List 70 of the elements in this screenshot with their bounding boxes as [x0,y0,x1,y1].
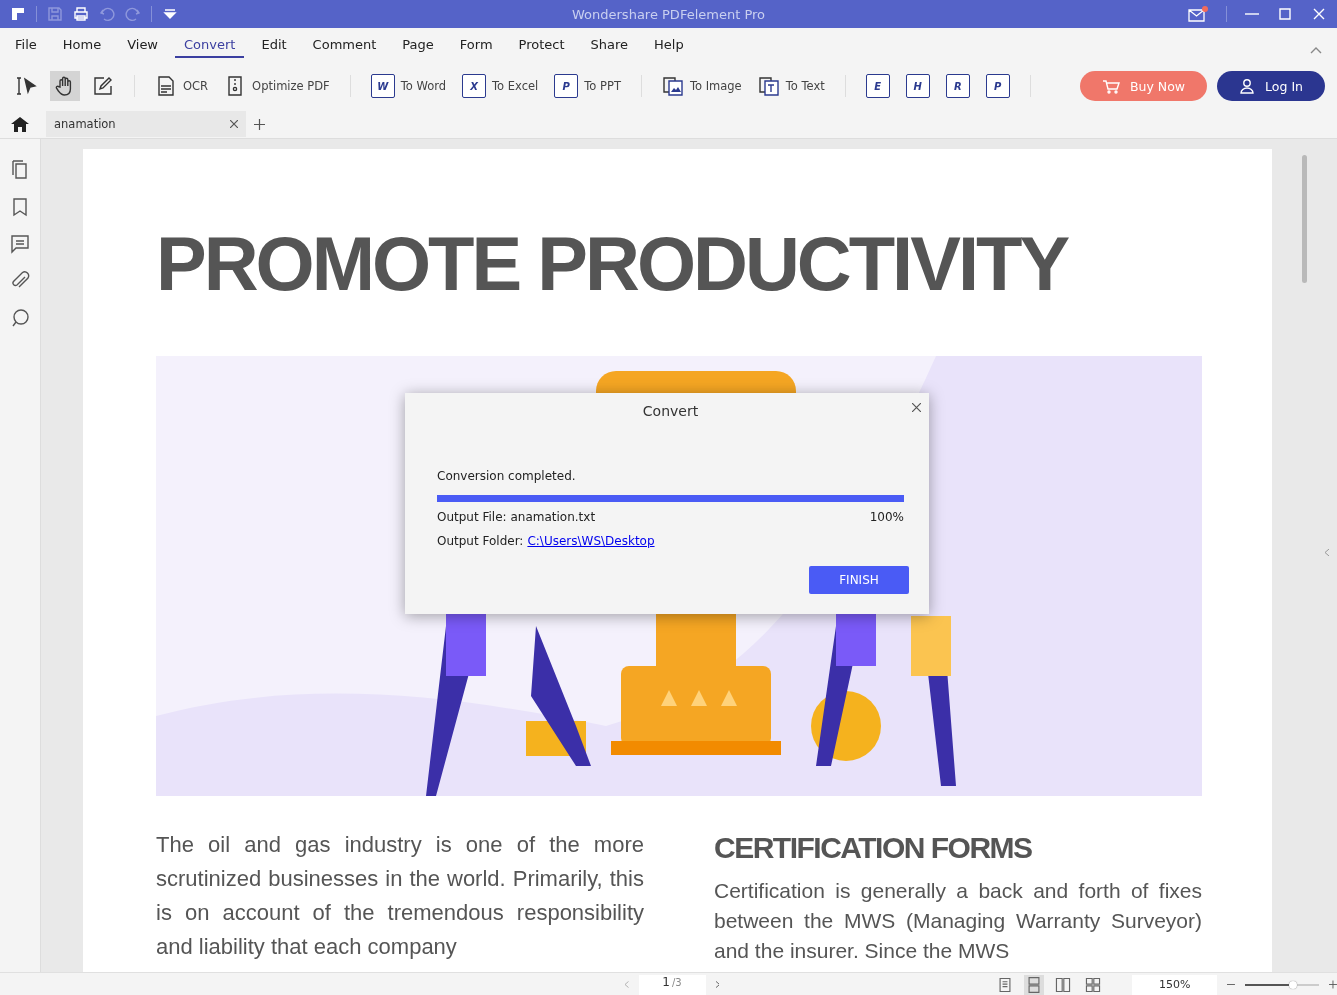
print-icon [73,6,89,22]
menu-item[interactable]: View [118,32,167,58]
comment-icon [9,233,31,255]
zoom-in-icon[interactable] [1329,980,1337,989]
file-format-icon: X [462,74,487,98]
convert-button[interactable]: X To Excel [458,72,543,100]
status-message: Conversion completed. [437,469,577,483]
select-arrow-icon [16,75,38,97]
body-paragraph: Certification is generally a back and forth of fixes between the MWS (Managing Warranty Surveyor) and the insurer. Since the MWS [714,878,1202,964]
grid-page-icon [1083,975,1102,994]
redo-icon [125,6,141,22]
menu-item[interactable]: Help [645,32,693,58]
save-icon [47,6,63,22]
window-title: Wondershare PDFelement Pro [572,6,765,22]
menu-item[interactable]: Page [393,32,443,58]
scrollbar-thumb[interactable] [1302,155,1307,283]
maximize-icon [1277,6,1293,22]
page-heading: PROMOTE PRODUCTIVITY [156,220,1069,308]
home-icon [10,115,30,133]
output-file-text: Output File: anamation.txt [437,510,596,524]
finish-button[interactable]: FINISH [809,566,909,594]
convert-button[interactable]: To Image [657,73,746,99]
menu-item[interactable]: Protect [509,32,574,58]
convert-button[interactable]: Optimize PDF [220,73,334,99]
file-format-icon: P [554,74,579,98]
zoom-field[interactable]: 150% [1132,974,1218,995]
section-heading: CERTIFICATION FORMS [714,830,1033,866]
menu-item[interactable]: File [6,32,46,58]
slider-thumb[interactable] [1289,980,1298,989]
search-icon [9,307,31,329]
two-page-icon [1054,975,1073,994]
new-tab-icon[interactable] [254,118,265,130]
menu-item[interactable]: Edit [252,32,296,58]
menu-item[interactable]: Form [450,32,502,58]
minimize-icon [1245,13,1259,15]
view-mode-button[interactable] [1024,974,1044,995]
output-folder-label: Output Folder: [437,534,524,548]
convert-button[interactable]: W To Word [366,72,451,100]
page-number-field[interactable]: 1 /3 [638,974,706,995]
undo-icon [99,6,115,22]
close-icon[interactable] [912,403,921,412]
close-tab-icon[interactable] [230,120,238,128]
close-icon [1311,6,1327,22]
output-folder-link[interactable]: C:\Users\WS\Desktop [527,534,655,548]
menu-item[interactable]: Home [53,32,111,58]
text-file-icon [757,75,780,97]
menu-item[interactable]: Convert [175,32,245,58]
ocr-file-icon [155,75,177,97]
convert-button[interactable]: P To PPT [550,72,625,100]
file-format-icon: W [370,74,395,98]
user-icon [1239,78,1256,94]
menu-item[interactable]: Comment [303,32,386,58]
collapse-icon [1309,45,1323,55]
log-in-button[interactable]: Log In [1217,71,1325,101]
mail-icon[interactable] [1188,6,1208,22]
menu-item[interactable]: Share [581,32,638,58]
edit-icon [92,75,114,97]
zoom-slider[interactable] [1245,983,1320,986]
app-logo-icon [10,6,26,22]
tool-button[interactable] [50,71,80,101]
progress-percent: 100% [869,510,904,524]
next-page-icon[interactable] [715,981,720,988]
document-tab[interactable]: anamation [46,111,246,137]
body-paragraph: The oil and gas industry is one of the more scrutinized businesses in the world. Primarily, this is on account of the tremendous responsibility and liability that each company [156,831,644,961]
dialog-title: Convert [641,403,700,419]
image-file-icon [661,75,684,97]
cart-icon [1102,78,1120,94]
convert-button[interactable]: OCR [151,73,213,99]
convert-button[interactable]: To Text [753,73,829,99]
tab-label: anamation [54,117,116,131]
